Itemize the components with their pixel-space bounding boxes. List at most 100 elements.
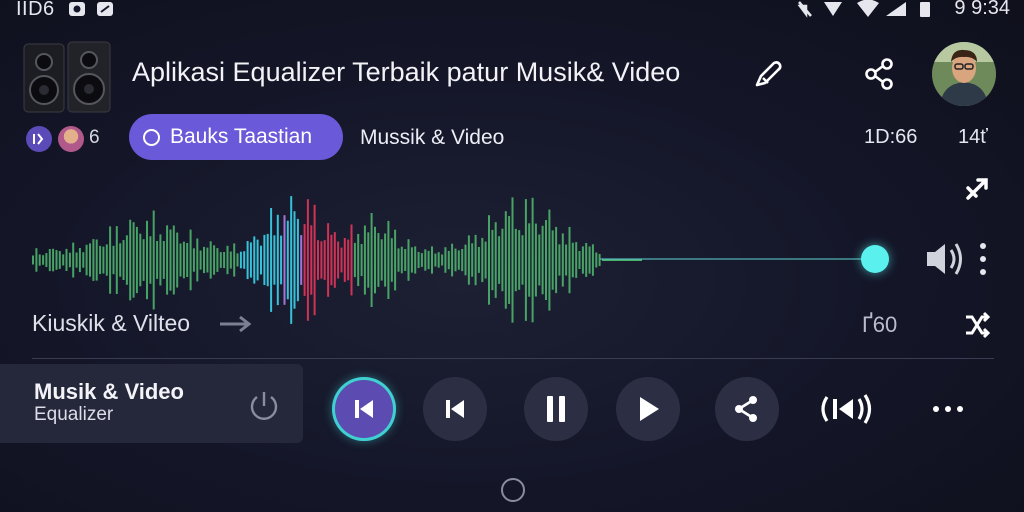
waveform-bar xyxy=(135,226,138,294)
waveform-bar xyxy=(380,239,383,281)
waveform-bar xyxy=(508,216,511,304)
waveform-bar xyxy=(219,252,222,268)
volume-icon[interactable] xyxy=(923,238,967,285)
progress-knob[interactable] xyxy=(861,245,889,273)
waveform-bar xyxy=(454,248,457,272)
waveform-bar xyxy=(226,245,229,275)
waveform-bar xyxy=(82,252,85,268)
status-clock: 9 9:34 xyxy=(954,0,1010,19)
waveform-bar xyxy=(591,244,594,276)
previous-icon xyxy=(446,400,464,418)
waveform-bar xyxy=(367,232,370,288)
waveform-bar xyxy=(471,243,474,277)
primary-action-label: Bauks Taastian xyxy=(170,125,313,148)
play-button[interactable] xyxy=(616,377,680,441)
waveform-bar xyxy=(48,249,51,272)
waveform-bar xyxy=(65,248,68,271)
waveform-bar xyxy=(575,242,578,278)
primary-action-button[interactable]: Bauks Taastian xyxy=(129,114,343,160)
waveform-bar xyxy=(521,235,524,285)
waveform-bar xyxy=(142,239,145,281)
waveform-bar xyxy=(223,252,226,269)
waveform-bar xyxy=(152,210,155,310)
waveform-bar xyxy=(397,248,400,272)
waveform-bar xyxy=(172,225,175,295)
waveform-bar xyxy=(300,235,303,285)
cast-audio-button[interactable] xyxy=(814,377,878,441)
waveform-bar xyxy=(357,234,360,286)
waveform-bar xyxy=(260,245,262,275)
waveform-bar xyxy=(551,230,554,290)
pause-button[interactable] xyxy=(524,377,588,441)
equalizer-badge-icon[interactable] xyxy=(26,126,52,152)
pause-icon xyxy=(547,396,565,422)
waveform-bar xyxy=(568,226,571,294)
share-icon[interactable] xyxy=(860,54,900,94)
waveform-bar xyxy=(95,239,98,281)
cell-icon xyxy=(884,0,908,23)
waveform-bar xyxy=(555,226,558,294)
waveform-bar xyxy=(109,226,112,294)
more-horizontal-button[interactable] xyxy=(916,377,980,441)
waveform-bar xyxy=(343,238,346,282)
waveform-bar xyxy=(166,225,169,295)
waveform-bar xyxy=(347,239,350,281)
waveform-bar xyxy=(156,241,159,279)
waveform-bar xyxy=(541,225,544,295)
notification-icon-2 xyxy=(96,1,114,17)
waveform-bar xyxy=(52,248,55,272)
waveform-bar xyxy=(498,236,501,284)
waveform-bar xyxy=(327,223,330,297)
waveform-bar xyxy=(317,240,319,280)
home-button[interactable] xyxy=(501,478,525,502)
cast-audio-icon xyxy=(821,394,872,424)
waveform-bar xyxy=(132,222,135,298)
avatar[interactable] xyxy=(932,42,996,106)
waveform-bar xyxy=(461,249,464,272)
waveform-bar xyxy=(296,218,299,302)
swap-icon[interactable] xyxy=(960,172,994,211)
more-vertical-icon[interactable] xyxy=(970,238,996,285)
waveform-bar xyxy=(417,252,420,268)
waveform-bar xyxy=(545,220,547,300)
waveform-bar xyxy=(42,255,45,265)
waveform-bar xyxy=(206,247,209,273)
power-button[interactable] xyxy=(246,388,282,424)
page-title: Aplikasi Equalizer Terbaik patur Musik& … xyxy=(132,57,681,87)
contact-avatar[interactable] xyxy=(58,126,84,152)
arrow-right-icon[interactable] xyxy=(218,313,254,340)
waveform-bar xyxy=(229,251,232,269)
waveform-bar xyxy=(92,239,95,281)
waveform-bar xyxy=(102,246,105,274)
waveform-bar xyxy=(370,213,373,307)
waveform-bar xyxy=(404,249,407,271)
edit-icon[interactable] xyxy=(748,54,788,94)
share-button[interactable] xyxy=(715,377,779,441)
waveform-bar xyxy=(561,233,564,287)
waveform-bar xyxy=(179,243,182,277)
progress-track[interactable] xyxy=(600,258,862,260)
waveform-bar xyxy=(387,220,390,299)
waveform-bar xyxy=(581,246,584,274)
previous-button[interactable] xyxy=(423,377,487,441)
waveform-bar xyxy=(55,250,58,270)
waveform-bar xyxy=(112,245,115,275)
waveform-bar xyxy=(410,247,413,273)
waveform-bar xyxy=(159,234,162,286)
waveform-bar xyxy=(199,250,202,270)
waveform-bar xyxy=(558,244,561,276)
waveform-bar xyxy=(293,211,296,309)
waveform-bar xyxy=(511,197,514,323)
waveform-bar xyxy=(420,253,423,267)
shuffle-icon[interactable] xyxy=(960,308,994,347)
waveform-bar xyxy=(32,255,34,265)
waveform-bar xyxy=(565,244,568,276)
waveform-bar xyxy=(246,241,249,280)
waveform-bar xyxy=(477,247,480,273)
waveform-bar xyxy=(320,241,323,279)
waveform-bar xyxy=(585,243,588,277)
now-playing-subtitle: Equalizer xyxy=(34,404,114,425)
skip-back-active-button[interactable] xyxy=(332,377,396,441)
waveform-bar xyxy=(548,209,551,311)
waveform-bar xyxy=(176,232,179,288)
